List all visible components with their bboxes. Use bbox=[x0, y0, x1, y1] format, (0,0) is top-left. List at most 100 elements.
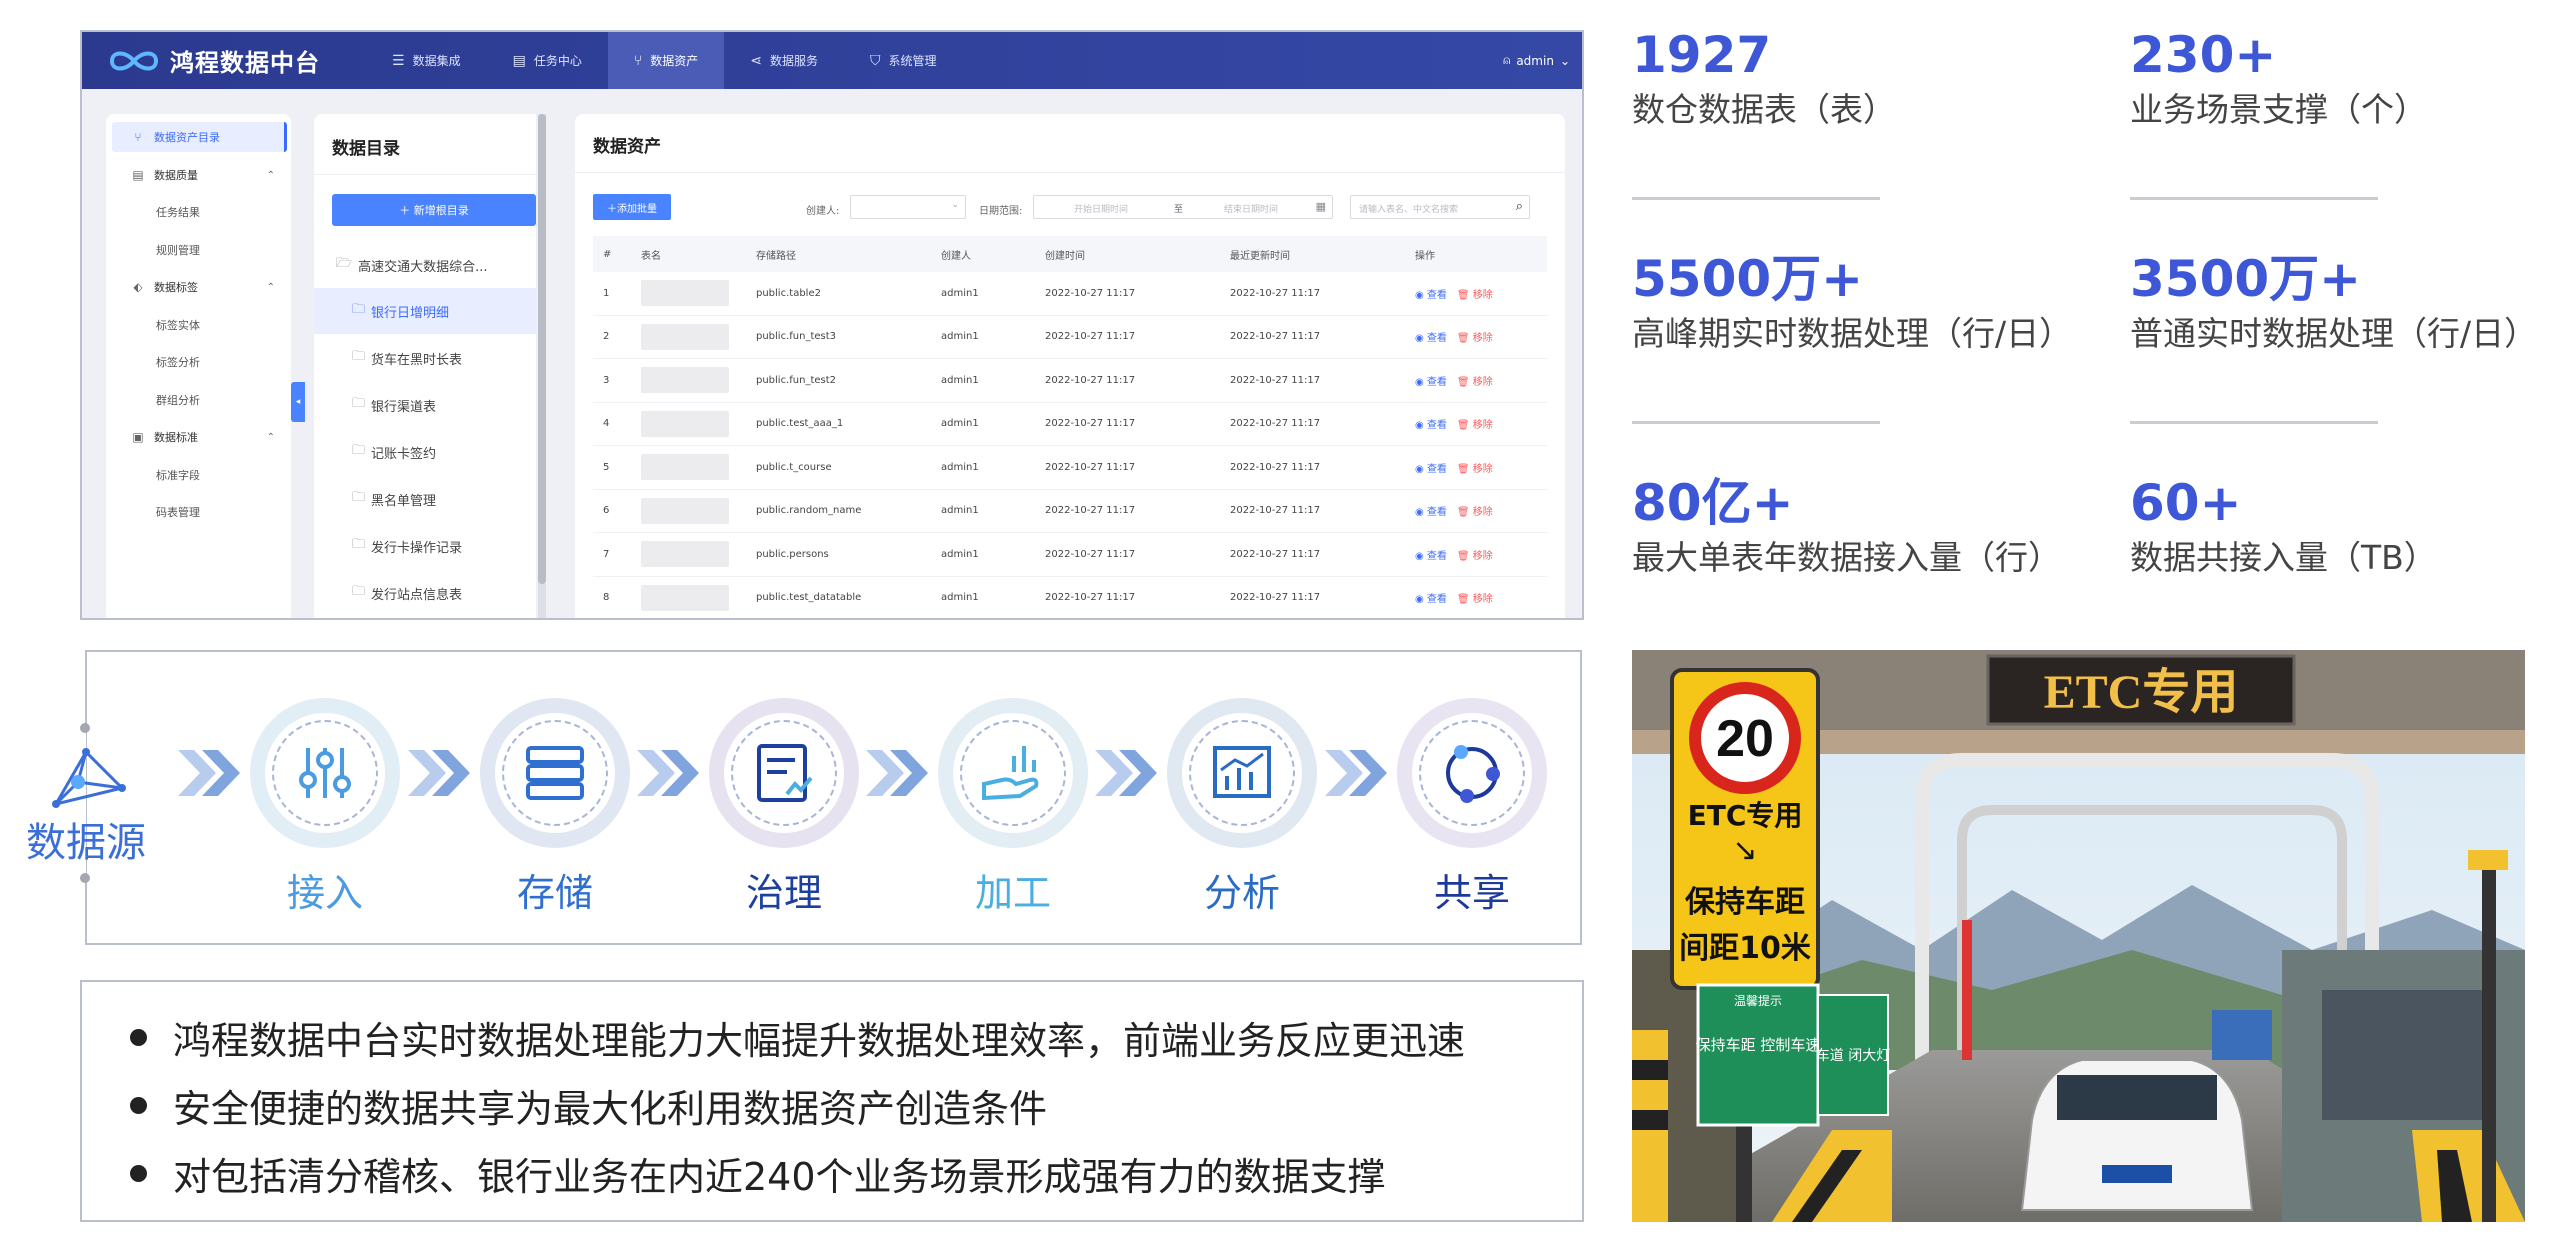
remove-link[interactable]: 🗑 移除 bbox=[1457, 333, 1493, 344]
table-row[interactable]: 1 public.table2 admin1 2022-10-27 11:17 2022… bbox=[593, 272, 1547, 316]
stat-label: 数据共接入量（TB） bbox=[2130, 538, 2437, 577]
nav-item-label: 数据资产 bbox=[650, 54, 699, 68]
view-link[interactable]: ◉ 查看 bbox=[1415, 551, 1447, 562]
folder-icon: 🗀 bbox=[352, 584, 366, 599]
sidebar-item[interactable]: ⬖ 数据标签 ⌃ bbox=[106, 272, 291, 302]
sidebar-item-label: 标签实体 bbox=[156, 319, 200, 332]
view-link[interactable]: ◉ 查看 bbox=[1415, 507, 1447, 518]
divider bbox=[2130, 197, 2378, 200]
remove-link[interactable]: 🗑 移除 bbox=[1457, 420, 1493, 431]
nav-item[interactable]: ▤ 任务中心 bbox=[487, 32, 608, 89]
table-row[interactable]: 7 public.persons admin1 2022-10-27 11:17 202… bbox=[593, 533, 1547, 577]
sidebar-item[interactable]: ⑂ 数据资产目录 bbox=[112, 122, 287, 152]
nav-item[interactable]: ⋖ 数据服务 bbox=[724, 32, 844, 89]
view-link[interactable]: ◉ 查看 bbox=[1415, 464, 1447, 475]
row-index: 7 bbox=[603, 548, 610, 560]
search-input[interactable]: 请输入表名、中文名搜索 ⌕ bbox=[1350, 195, 1530, 219]
view-link[interactable]: ◉ 查看 bbox=[1415, 594, 1447, 605]
view-label: 查看 bbox=[1426, 376, 1447, 388]
main-nav: ☰ 数据集成 ▤ 任务中心 ⑂ 数据资产 ⋖ 数据服务 ⛉ 系统管理 bbox=[366, 32, 963, 89]
nav-item-label: 任务中心 bbox=[533, 54, 582, 68]
table-name-cell bbox=[641, 497, 756, 524]
sidebar-item-label: 群组分析 bbox=[156, 394, 200, 407]
shield-icon: ⛉ bbox=[870, 52, 881, 69]
view-link[interactable]: ◉ 查看 bbox=[1415, 290, 1447, 301]
view-link[interactable]: ◉ 查看 bbox=[1415, 333, 1447, 344]
sidebar-item[interactable]: 规则管理 bbox=[106, 235, 291, 265]
share-icon: ⋖ bbox=[750, 52, 762, 69]
table-row[interactable]: 3 public.fun_test2 admin1 2022-10-27 11:17 2… bbox=[593, 359, 1547, 403]
add-root-folder-button[interactable]: ＋ 新增根目录 bbox=[332, 194, 536, 226]
date-range-picker[interactable]: 开始日期时间 至 结束日期时间 ▦ bbox=[1033, 195, 1333, 219]
table-row[interactable]: 4 public.test_aaa_1 admin1 2022-10-27 11:17… bbox=[593, 403, 1547, 446]
stat-value: 230+ bbox=[2130, 26, 2277, 84]
sidebar-item[interactable]: ▣ 数据标准 ⌃ bbox=[106, 422, 291, 452]
remove-link[interactable]: 🗑 移除 bbox=[1457, 464, 1493, 475]
actions-cell: ◉ 查看 🗑 移除 bbox=[1415, 373, 1545, 388]
yellow-sign-line3: 间距10米 bbox=[1679, 931, 1811, 966]
folder-item[interactable]: 🗀 黑名单管理 bbox=[314, 476, 536, 522]
remove-link[interactable]: 🗑 移除 bbox=[1457, 290, 1493, 301]
table-row[interactable]: 2 public.fun_test3 admin1 2022-10-27 11:17 2… bbox=[593, 316, 1547, 359]
creator-cell: admin1 bbox=[941, 505, 979, 517]
row-index: 3 bbox=[603, 374, 610, 386]
table-row[interactable]: 5 public.t_course admin1 2022-10-27 11:17 20… bbox=[593, 446, 1547, 490]
updated-time-cell: 2022-10-27 11:17 bbox=[1230, 548, 1321, 560]
view-link[interactable]: ◉ 查看 bbox=[1415, 420, 1447, 431]
nav-item[interactable]: ⑂ 数据资产 bbox=[607, 32, 725, 89]
folder-item[interactable]: 🗀 银行日增明细 bbox=[314, 288, 536, 334]
table-row[interactable]: 6 public.random_name admin1 2022-10-27 11:1… bbox=[593, 490, 1547, 533]
sidebar-item[interactable]: 码表管理 bbox=[106, 497, 291, 527]
remove-link[interactable]: 🗑 移除 bbox=[1457, 594, 1493, 605]
sidebar-item[interactable]: 群组分析 bbox=[106, 385, 291, 415]
search-icon[interactable]: ⌕ bbox=[1516, 199, 1523, 214]
nav-item[interactable]: ☰ 数据集成 bbox=[366, 32, 487, 89]
creator-select[interactable]: ⌄ bbox=[850, 195, 966, 219]
stat-block: 5500万+ 高峰期实时数据处理（行/日） bbox=[1632, 254, 2072, 352]
view-link[interactable]: ◉ 查看 bbox=[1415, 377, 1447, 388]
pipeline-stage bbox=[1397, 698, 1547, 848]
actions-cell: ◉ 查看 🗑 移除 bbox=[1415, 547, 1545, 562]
nav-item[interactable]: ⛉ 系统管理 bbox=[844, 32, 963, 89]
folder-item[interactable]: 🗀 发行卡操作记录 bbox=[314, 523, 536, 569]
folder-panel-title: 数据目录 bbox=[332, 139, 400, 159]
sidebar-item[interactable]: 标准字段 bbox=[106, 460, 291, 490]
folder-item[interactable]: 🗀 货车在黑时长表 bbox=[314, 335, 536, 381]
sidebar-item[interactable]: 标签实体 bbox=[106, 310, 291, 340]
updated-time-cell: 2022-10-27 11:17 bbox=[1230, 505, 1321, 517]
folder-item[interactable]: 🗀 银行渠道表 bbox=[314, 382, 536, 428]
folder-label: 高速交通大数据综合... bbox=[358, 259, 488, 275]
sidebar-item[interactable]: 标签分析 bbox=[106, 347, 291, 377]
chevron-up-icon: ⌃ bbox=[266, 169, 275, 181]
brand-logo[interactable]: 鸿程数据中台 bbox=[104, 43, 366, 78]
sidebar-item-label: 标签分析 bbox=[156, 356, 200, 369]
bullet-item: 鸿程数据中台实时数据处理能力大幅提升数据处理效率，前端业务反应更迅速 bbox=[130, 1010, 1465, 1065]
folder-item[interactable]: 🗀 记账卡签约 bbox=[314, 429, 536, 475]
view-label: 查看 bbox=[1426, 463, 1447, 475]
user-menu[interactable]: ⍝ admin ⌄ bbox=[1497, 32, 1570, 89]
remove-link[interactable]: 🗑 移除 bbox=[1457, 377, 1493, 388]
divider bbox=[1632, 197, 1880, 200]
data-source-label: 数据源 bbox=[26, 820, 146, 866]
yellow-sign-line2: 保持车距 bbox=[1685, 885, 1805, 920]
collapse-sidebar-button[interactable]: ◂ bbox=[291, 382, 305, 422]
remove-link[interactable]: 🗑 移除 bbox=[1457, 507, 1493, 518]
table-row[interactable]: 8 public.test_datatable admin1 2022-10-27 1… bbox=[593, 577, 1547, 619]
share-circle-icon bbox=[1446, 745, 1500, 803]
report-icon bbox=[757, 744, 813, 802]
remove-link[interactable]: 🗑 移除 bbox=[1457, 551, 1493, 562]
storage-path-cell: public.table2 bbox=[756, 287, 821, 299]
sidebar-item-label: 数据标准 bbox=[154, 431, 198, 444]
trash-icon: 🗑 bbox=[1456, 289, 1473, 301]
folder-root[interactable]: 🗁 高速交通大数据综合... bbox=[314, 242, 536, 288]
folder-scrollbar[interactable] bbox=[538, 114, 546, 618]
row-index: 8 bbox=[603, 592, 610, 604]
sidebar-item[interactable]: 任务结果 bbox=[106, 197, 291, 227]
storage-path-cell: public.fun_test3 bbox=[756, 331, 837, 343]
branch-icon: ⑂ bbox=[134, 130, 142, 144]
end-date-placeholder: 结束日期时间 bbox=[1224, 205, 1279, 215]
folder-item[interactable]: 🗀 发行站点信息表 bbox=[314, 570, 536, 616]
table-header: # 表名 存储路径 创建人 创建时间 最近更新时间 操作 bbox=[593, 236, 1547, 272]
sidebar-item[interactable]: ▤ 数据质量 ⌃ bbox=[106, 160, 291, 190]
add-batch-button[interactable]: ＋添加批量 bbox=[593, 194, 671, 220]
